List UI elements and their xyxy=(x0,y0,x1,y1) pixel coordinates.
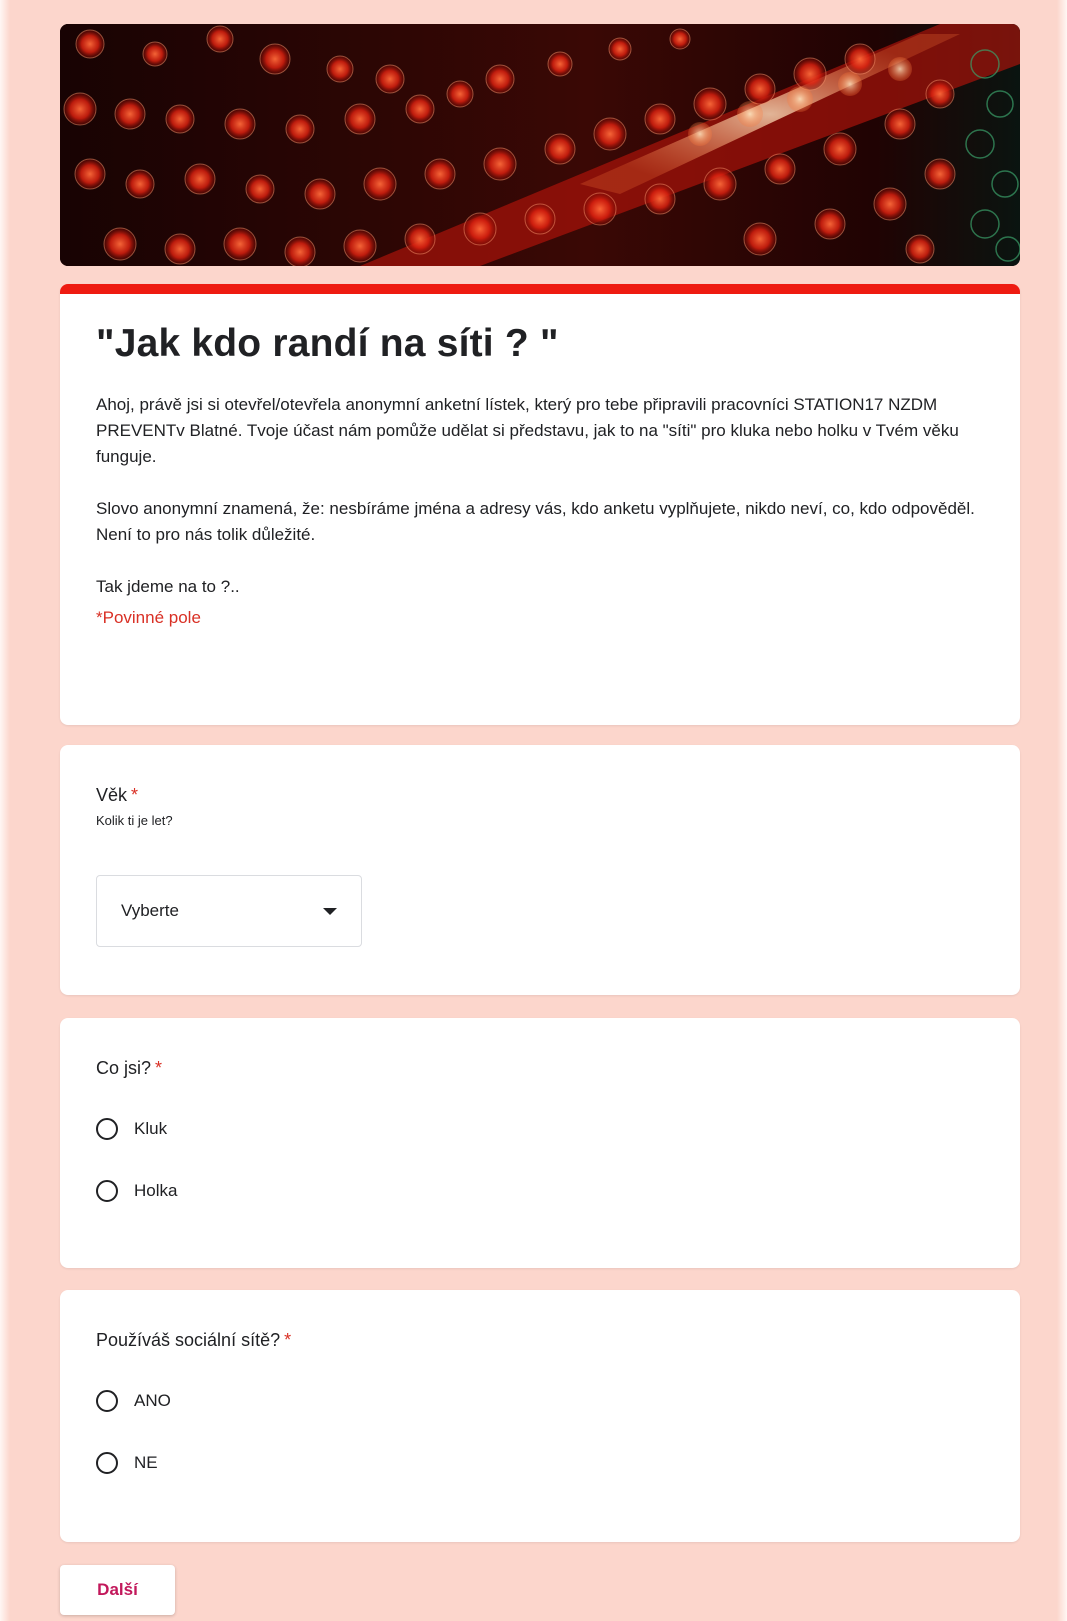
form-description-intro: Ahoj, právě jsi si otevřel/otevřela anon… xyxy=(96,395,959,466)
question-age-title: Věk * xyxy=(96,783,984,807)
form-title: "Jak kdo randí na síti ? " xyxy=(96,322,559,365)
form-description-start: Tak jdeme na to ?.. xyxy=(96,577,240,596)
header-banner xyxy=(60,24,1020,266)
age-select-value: Vyberte xyxy=(121,901,179,920)
gender-option-label: Holka xyxy=(134,1181,178,1200)
required-asterisk: * xyxy=(284,1330,292,1350)
gender-option-kluk[interactable]: Kluk xyxy=(96,1114,984,1144)
social-options: ANO NE xyxy=(96,1386,984,1478)
social-option-ano[interactable]: ANO xyxy=(96,1386,984,1416)
radio-button-icon[interactable] xyxy=(96,1118,118,1140)
question-social-card: Používáš sociální sítě? * ANO NE xyxy=(60,1290,1020,1542)
question-social-title: Používáš sociální sítě? * xyxy=(96,1328,984,1352)
gender-option-holka[interactable]: Holka xyxy=(96,1176,984,1206)
required-field-note: *Povinné pole xyxy=(96,608,201,627)
form-header-card: "Jak kdo randí na síti ? " Ahoj, právě j… xyxy=(60,284,1020,725)
social-option-ne[interactable]: NE xyxy=(96,1448,984,1478)
social-option-label: NE xyxy=(134,1453,158,1472)
form-description-anonymous: Slovo anonymní znamená, že: nesbíráme jm… xyxy=(96,499,975,544)
required-asterisk: * xyxy=(155,1058,163,1078)
question-gender-title: Co jsi? * xyxy=(96,1056,984,1080)
question-age-help: Kolik ti je let? xyxy=(96,813,173,828)
dropdown-arrow-icon xyxy=(323,907,337,915)
question-social-label: Používáš sociální sítě? xyxy=(96,1330,281,1350)
social-option-label: ANO xyxy=(134,1391,171,1410)
bokeh-lights-image xyxy=(60,24,1020,266)
gender-option-label: Kluk xyxy=(134,1119,168,1138)
question-age-card: Věk * Kolik ti je let? Vyberte xyxy=(60,745,1020,995)
question-gender-card: Co jsi? * Kluk Holka xyxy=(60,1018,1020,1268)
required-asterisk: * xyxy=(131,785,139,805)
radio-button-icon[interactable] xyxy=(96,1390,118,1412)
radio-button-icon[interactable] xyxy=(96,1452,118,1474)
question-age-label: Věk xyxy=(96,785,128,805)
gender-options: Kluk Holka xyxy=(96,1114,984,1206)
next-button[interactable]: Další xyxy=(60,1565,175,1615)
age-select[interactable]: Vyberte xyxy=(96,875,362,947)
question-gender-label: Co jsi? xyxy=(96,1058,152,1078)
form-page: "Jak kdo randí na síti ? " Ahoj, právě j… xyxy=(0,0,1067,1621)
radio-button-icon[interactable] xyxy=(96,1180,118,1202)
